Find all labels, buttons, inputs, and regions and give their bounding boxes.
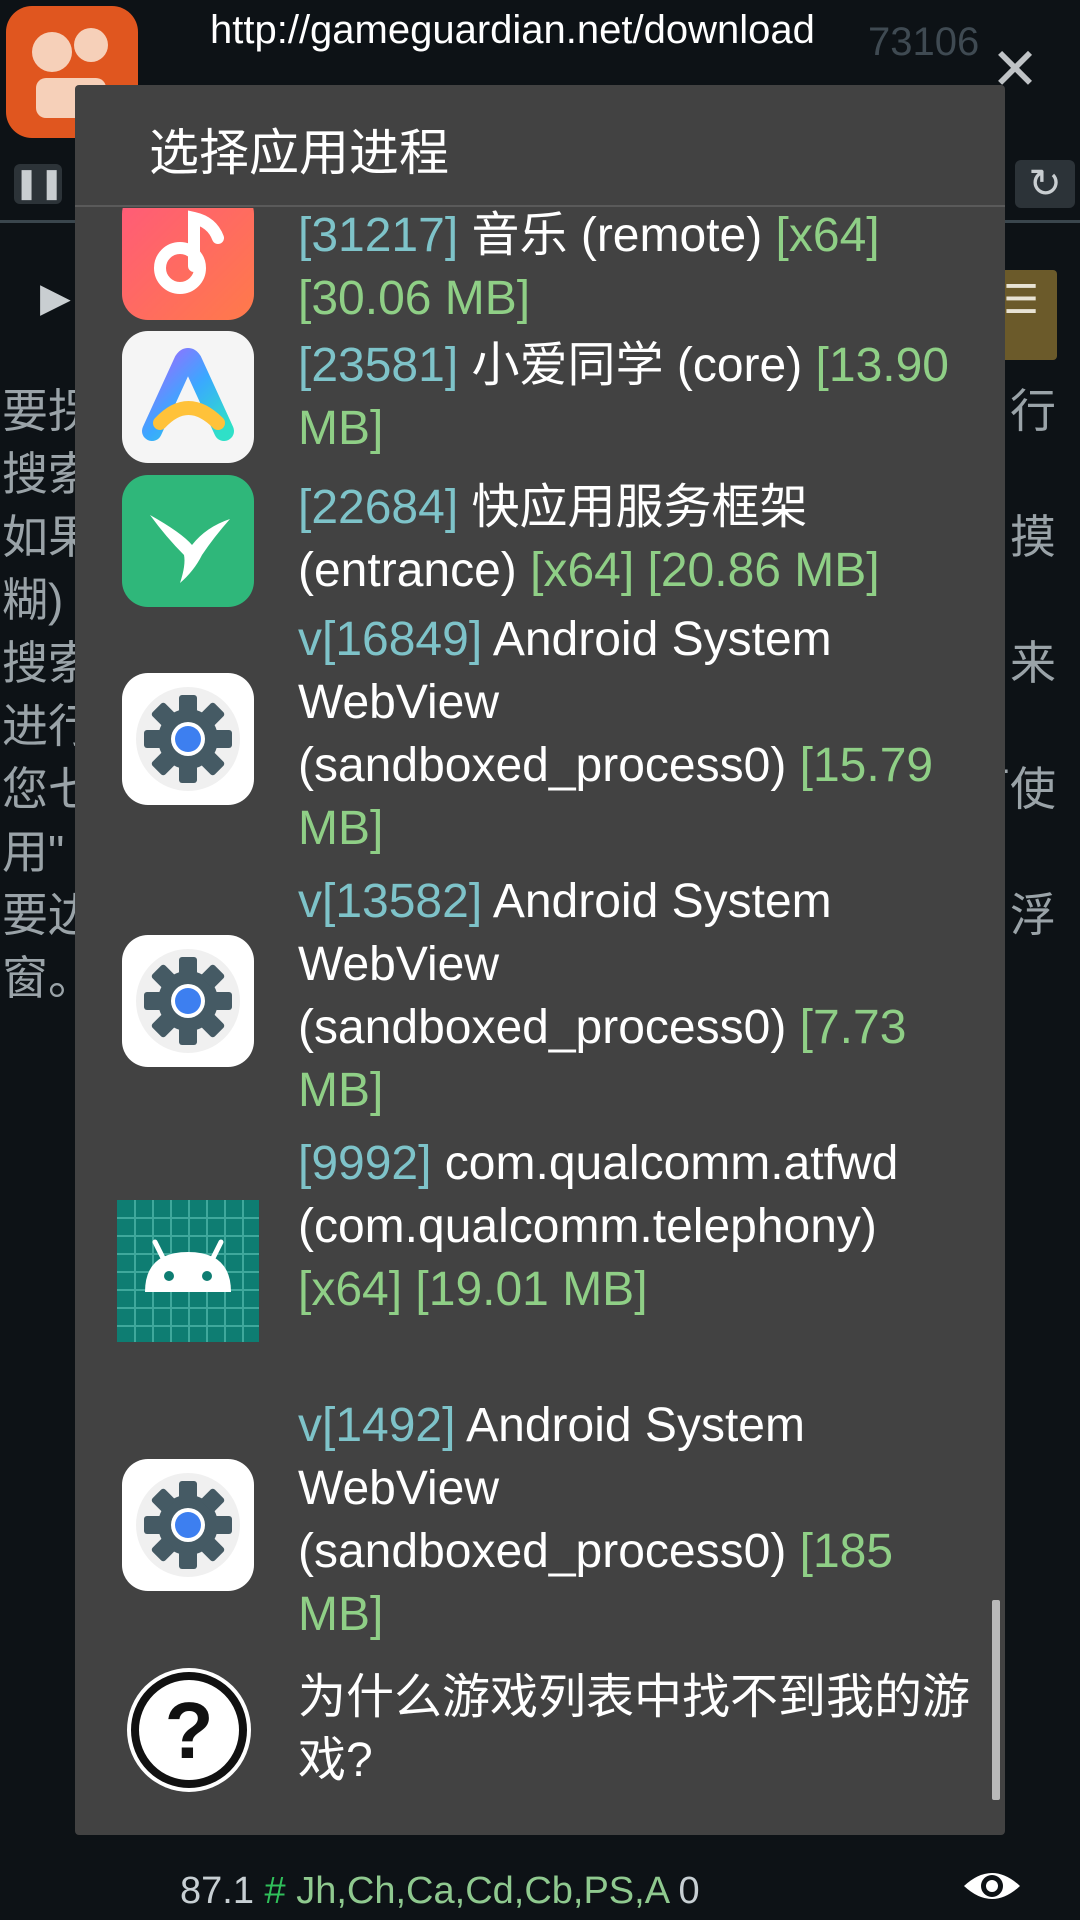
refresh-icon[interactable]: ↻	[1015, 160, 1075, 208]
process-pid: [23581]	[298, 339, 459, 392]
quickapp-icon	[122, 475, 254, 607]
bg-text-fragment: 糊)	[2, 574, 64, 626]
status-value: 87.1	[180, 1870, 254, 1912]
bg-text-fragment: 行	[1010, 385, 1056, 437]
help-text: 为什么游戏列表中找不到我的游戏?	[298, 1671, 971, 1787]
eye-icon[interactable]	[962, 1866, 1022, 1906]
question-icon: ?	[127, 1668, 251, 1792]
process-item[interactable]: v[1492] Android System WebView (sandboxe…	[75, 1394, 1005, 1656]
process-pid: v[1492]	[298, 1399, 456, 1452]
status-hash: #	[264, 1870, 286, 1912]
bg-text-fragment: 来	[1010, 637, 1056, 689]
dialog-title: 选择应用进程	[149, 125, 449, 181]
process-arch: [x64]	[298, 1263, 403, 1316]
xiaoai-icon	[122, 331, 254, 463]
pause-icon[interactable]: ❚❚	[14, 164, 64, 204]
scrollbar[interactable]	[992, 1600, 1000, 1800]
process-item[interactable]: [31217] 音乐 (remote) [x64] [30.06 MB]	[75, 208, 1005, 326]
svg-text:?: ?	[165, 1686, 214, 1775]
status-flags: Jh,Ch,Ca,Cd,Cb,PS,A	[296, 1870, 668, 1912]
bg-text-fragment: 浮	[1010, 889, 1056, 941]
help-item[interactable]: ? 为什么游戏列表中找不到我的游戏?	[75, 1656, 1005, 1806]
process-item[interactable]: [22684] 快应用服务框架 (entrance) [x64] [20.86 …	[75, 468, 1005, 608]
process-size: [20.86 MB]	[647, 544, 880, 597]
process-pid: [9992]	[298, 1137, 432, 1190]
webview-gear-icon	[122, 935, 254, 1067]
process-pid: [22684]	[298, 481, 459, 534]
play-icon[interactable]: ▶	[40, 275, 71, 321]
webview-gear-icon	[122, 1459, 254, 1591]
process-pid: v[16849]	[298, 613, 483, 666]
music-icon	[122, 208, 254, 320]
process-size: [30.06 MB]	[298, 272, 531, 325]
process-pid: v[13582]	[298, 875, 483, 928]
dialog-divider	[75, 205, 1005, 207]
status-count: 0	[678, 1870, 700, 1912]
background-number: 73106	[868, 20, 980, 64]
process-name: 音乐 (remote)	[471, 209, 763, 262]
process-item[interactable]: [23581] 小爱同学 (core) [13.90 MB]	[75, 326, 1005, 468]
process-select-dialog: 选择应用进程 [31217] 音乐 (remote) [x64] [30.06 …	[75, 85, 1005, 1835]
bg-text-fragment: 用"	[2, 826, 65, 878]
android-icon	[117, 1200, 259, 1342]
process-item[interactable]: v[13582] Android System WebView (sandbox…	[75, 870, 1005, 1132]
process-name: 小爱同学 (core)	[471, 339, 803, 392]
process-arch: [x64]	[775, 209, 880, 262]
webview-gear-icon	[122, 673, 254, 805]
process-item[interactable]: [9992] com.qualcomm.atfwd (com.qualcomm.…	[75, 1132, 1005, 1394]
status-bar: 87.1 # Jh,Ch,Ca,Cd,Cb,PS,A 0	[180, 1870, 700, 1913]
process-arch: [x64]	[530, 544, 635, 597]
process-pid: [31217]	[298, 209, 459, 262]
process-list[interactable]: [31217] 音乐 (remote) [x64] [30.06 MB] [23…	[75, 208, 1005, 1835]
bg-text-fragment: 摸	[1010, 511, 1056, 563]
process-item[interactable]: v[16849] Android System WebView (sandbox…	[75, 608, 1005, 870]
download-url: http://gameguardian.net/download	[210, 8, 815, 52]
process-size: [19.01 MB]	[415, 1263, 648, 1316]
